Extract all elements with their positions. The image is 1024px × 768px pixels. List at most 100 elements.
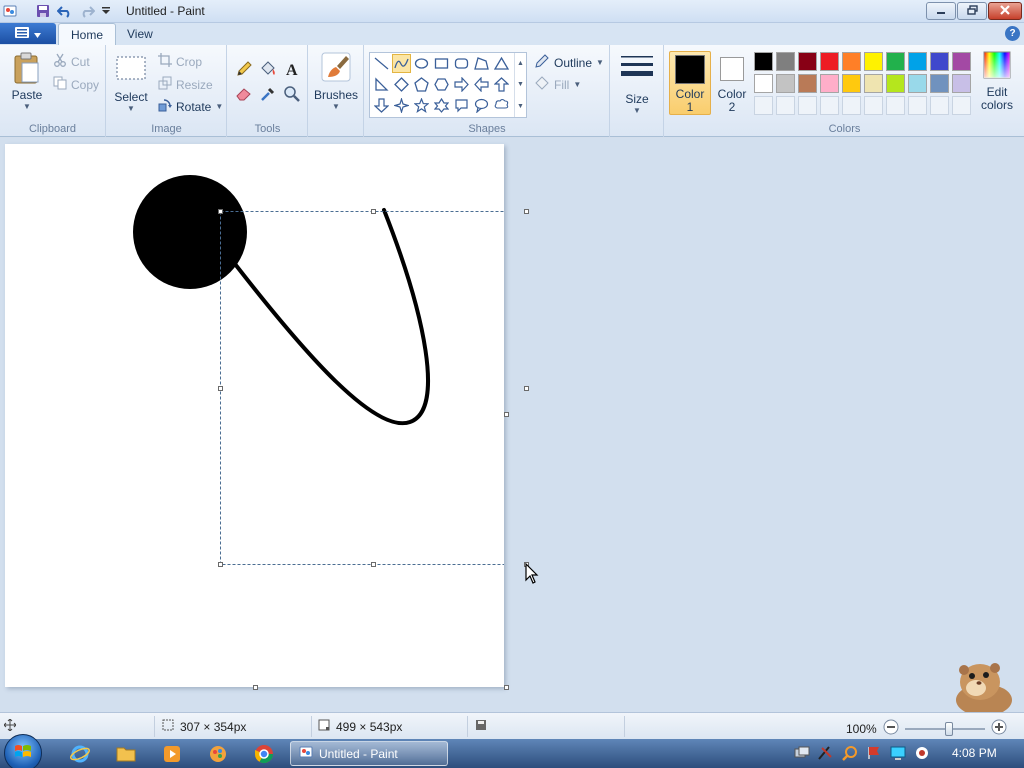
color-swatch[interactable] [908,74,927,93]
minimize-button[interactable] [926,2,956,20]
pencil-icon[interactable] [233,58,255,80]
custom-color-slot[interactable] [908,96,927,115]
color-swatch[interactable] [952,52,971,71]
polygon-shape-icon[interactable] [472,54,491,73]
color-swatch[interactable] [776,52,795,71]
color-swatch[interactable] [820,74,839,93]
color-swatch[interactable] [930,52,949,71]
internet-explorer-icon[interactable] [62,742,98,765]
selection-handle[interactable] [218,562,223,567]
hexagon-shape-icon[interactable] [432,75,451,94]
drawing-canvas[interactable] [5,144,529,687]
eraser-icon[interactable] [233,83,255,105]
selection-handle[interactable] [371,562,376,567]
color-swatch[interactable] [820,52,839,71]
edit-colors-button[interactable]: Edit colors [974,51,1020,115]
crop-button[interactable]: Crop [158,53,202,70]
scroll-up-icon[interactable]: ▲ [517,60,524,67]
tab-view[interactable]: View [115,23,165,45]
color-swatch[interactable] [798,52,817,71]
right-triangle-shape-icon[interactable] [372,75,391,94]
selection-handle[interactable] [524,386,529,391]
color-swatch[interactable] [886,74,905,93]
paint-app-icon[interactable] [2,3,18,19]
resize-button[interactable]: Resize [158,76,213,93]
triangle-shape-icon[interactable] [492,54,511,73]
line-shape-icon[interactable] [372,54,391,73]
chrome-icon[interactable] [246,742,282,765]
paint-taskbar-icon[interactable] [200,742,236,765]
selection-handle[interactable] [371,209,376,214]
right-arrow-shape-icon[interactable] [452,75,471,94]
expand-gallery-icon[interactable]: ▼ [517,103,524,110]
tab-home[interactable]: Home [58,23,117,45]
redo-icon[interactable] [79,3,95,19]
copy-button[interactable]: Copy [53,76,99,93]
shapes-scrollbar[interactable]: ▲ ▼ ▼ [514,53,526,117]
rectangle-shape-icon[interactable] [432,54,451,73]
custom-color-slot[interactable] [886,96,905,115]
color-swatch[interactable] [776,74,795,93]
selection-handle[interactable] [218,386,223,391]
display-tray-icon[interactable] [890,745,906,761]
up-arrow-shape-icon[interactable] [492,75,511,94]
color-picker-icon[interactable] [257,83,279,105]
save-icon[interactable] [35,3,51,19]
canvas-workspace[interactable] [0,138,1024,716]
close-button[interactable] [988,2,1022,20]
custom-color-slot[interactable] [864,96,883,115]
color-swatch[interactable] [930,74,949,93]
color2-button[interactable]: Color 2 [713,51,751,115]
color-swatch[interactable] [842,74,861,93]
six-point-star-shape-icon[interactable] [432,96,451,115]
color-swatch[interactable] [754,52,773,71]
oval-callout-shape-icon[interactable] [472,96,491,115]
color-swatch[interactable] [864,74,883,93]
color-swatch[interactable] [886,52,905,71]
zoom-out-icon[interactable] [883,719,899,738]
custom-color-slot[interactable] [820,96,839,115]
media-player-icon[interactable] [154,742,190,765]
restore-button[interactable] [957,2,987,20]
size-button[interactable]: Size ▼ [617,53,657,115]
zoom-slider[interactable] [904,721,985,736]
rounded-rectangle-shape-icon[interactable] [452,54,471,73]
custom-color-slot[interactable] [842,96,861,115]
file-explorer-icon[interactable] [108,742,144,765]
paint-menu-button[interactable] [0,23,56,44]
fill-button[interactable]: Fill ▼ [534,75,581,94]
curve-shape-icon[interactable] [392,54,411,73]
fill-bucket-icon[interactable] [257,58,279,80]
canvas-resize-handle-right[interactable] [504,412,509,417]
magnifier-icon[interactable] [281,83,303,105]
color-swatch[interactable] [952,74,971,93]
oval-shape-icon[interactable] [412,54,431,73]
selection-handle[interactable] [524,209,529,214]
volume-tray-icon[interactable] [914,745,930,761]
down-arrow-shape-icon[interactable] [372,96,391,115]
custom-color-slot[interactable] [930,96,949,115]
diamond-shape-icon[interactable] [392,75,411,94]
search-tray-icon[interactable] [842,745,858,761]
help-icon[interactable]: ? [1005,26,1020,41]
custom-color-slot[interactable] [776,96,795,115]
color1-button[interactable]: Color 1 [669,51,711,115]
color-swatch[interactable] [754,74,773,93]
selection-handle[interactable] [218,209,223,214]
four-point-star-shape-icon[interactable] [392,96,411,115]
customize-dropdown-icon[interactable] [98,3,114,19]
color-swatch[interactable] [842,52,861,71]
canvas-resize-handle-bottom[interactable] [253,685,258,690]
cloud-callout-shape-icon[interactable] [492,96,511,115]
zoom-in-icon[interactable] [991,719,1007,738]
rotate-button[interactable]: Rotate ▼ [158,98,223,115]
scroll-down-icon[interactable]: ▼ [517,81,524,88]
paste-button[interactable]: Paste ▼ [8,51,46,111]
brushes-button[interactable]: Brushes ▼ [313,51,359,111]
canvas-resize-handle-corner[interactable] [504,685,509,690]
zoom-slider-thumb[interactable] [944,721,953,736]
color-swatch[interactable] [908,52,927,71]
start-button[interactable] [4,734,42,768]
color-swatch[interactable] [798,74,817,93]
outline-button[interactable]: Outline ▼ [534,53,604,72]
